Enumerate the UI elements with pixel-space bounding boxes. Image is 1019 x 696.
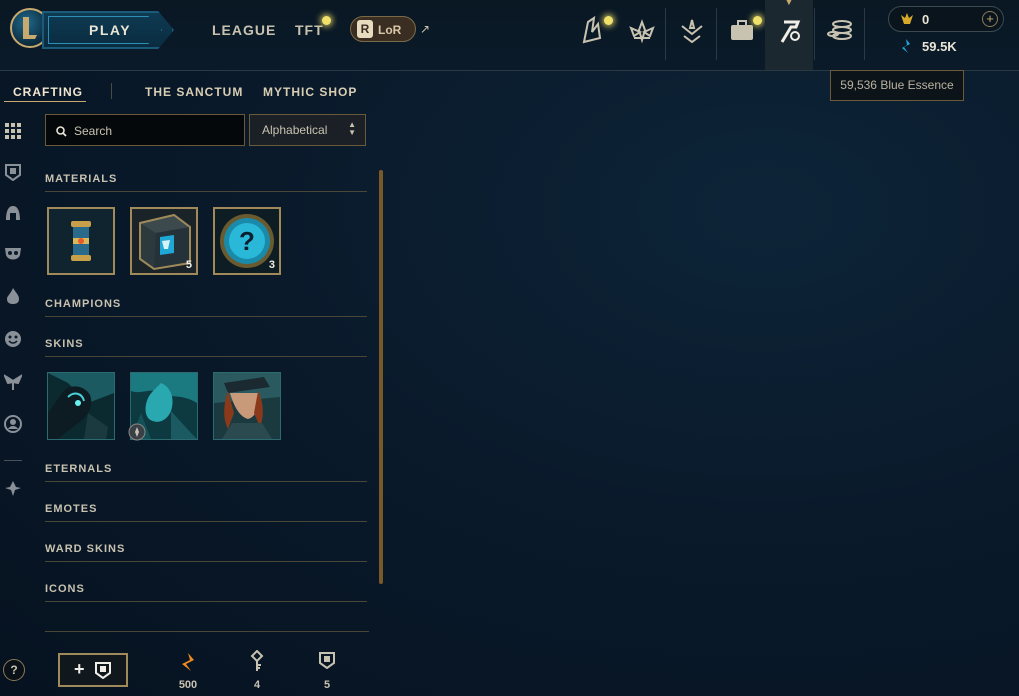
- search-box[interactable]: [45, 114, 245, 146]
- nav-league[interactable]: LEAGUE: [212, 22, 276, 38]
- section-header-ward-skins[interactable]: WARD SKINS: [45, 543, 125, 555]
- tab-mythic-shop[interactable]: MYTHIC SHOP: [263, 85, 357, 99]
- filter-all-grid-icon[interactable]: [4, 122, 22, 140]
- profile-honor-icon[interactable]: [678, 14, 706, 46]
- filter-eternals-flame-icon[interactable]: [4, 287, 22, 305]
- play-button-label: PLAY: [89, 22, 132, 38]
- search-icon: [56, 124, 67, 142]
- material-capsule[interactable]: [47, 207, 115, 275]
- section-header-icons[interactable]: ICONS: [45, 583, 85, 595]
- chest-count: 5: [323, 679, 331, 691]
- search-input[interactable]: [72, 120, 236, 142]
- section-header-champions[interactable]: CHAMPIONS: [45, 298, 121, 310]
- section-header-eternals[interactable]: ETERNALS: [45, 463, 112, 475]
- blue-essence-value: 59.5K: [922, 39, 957, 54]
- active-caret-icon: ▼: [784, 0, 794, 8]
- section-header-materials: MATERIALS: [45, 173, 118, 185]
- key-count: 4: [253, 679, 261, 691]
- lor-label: LoR: [378, 23, 402, 37]
- filter-champion-helmet-icon[interactable]: [4, 204, 22, 222]
- filter-misc-icon[interactable]: [4, 479, 22, 497]
- material-count: 3: [268, 259, 275, 271]
- filter-icons-profile-icon[interactable]: [4, 415, 22, 433]
- orange-essence-value: 500: [178, 679, 198, 691]
- top-navigation-bar: PLAY LEAGUE TFT R LoR ↗ ▼ 0 + 59.5K: [0, 0, 1019, 71]
- tab-crafting[interactable]: CRAFTING: [13, 85, 83, 99]
- tft-notification-dot: [322, 16, 331, 25]
- clash-icon[interactable]: [628, 14, 656, 46]
- section-header-skins[interactable]: SKINS: [45, 338, 84, 350]
- riot-points-display[interactable]: 0 +: [888, 6, 1004, 32]
- riot-points-icon: [900, 12, 914, 31]
- sort-chevron-icon: ▲ ▼: [348, 120, 356, 137]
- orange-essence-icon: [182, 653, 194, 671]
- svg-text:?: ?: [239, 226, 255, 256]
- filter-skins-mask-icon[interactable]: [4, 245, 22, 263]
- active-tab-underline: [4, 101, 86, 102]
- loot-notification-dot: [753, 16, 762, 25]
- blue-essence-tooltip: 59,536 Blue Essence: [830, 70, 964, 101]
- sort-selected-value: Alphabetical: [262, 123, 328, 137]
- filter-ward-icon[interactable]: [2, 373, 24, 391]
- section-header-emotes[interactable]: EMOTES: [45, 503, 97, 515]
- skin-shard-dark-armor[interactable]: [47, 372, 115, 440]
- hextech-key-icon: [250, 650, 264, 671]
- blue-essence-icon: [898, 39, 914, 58]
- lor-button[interactable]: R LoR: [350, 16, 416, 42]
- blue-essence-display[interactable]: 59.5K: [898, 38, 957, 59]
- material-mystery-orb[interactable]: ? 3: [213, 207, 281, 275]
- skin-shard-spirit[interactable]: [128, 372, 198, 441]
- collection-notification-dot: [604, 16, 613, 25]
- sort-dropdown[interactable]: Alphabetical ▲ ▼: [249, 114, 366, 146]
- buy-rp-button[interactable]: +: [982, 11, 998, 27]
- filter-chest-icon[interactable]: [4, 163, 22, 182]
- help-button[interactable]: ?: [3, 659, 25, 681]
- plus-icon: +: [74, 659, 85, 679]
- nav-tft[interactable]: TFT: [295, 22, 324, 38]
- filter-emotes-smiley-icon[interactable]: [4, 330, 22, 348]
- tab-the-sanctum[interactable]: THE SANCTUM: [145, 85, 243, 99]
- material-chest[interactable]: 5: [130, 207, 198, 275]
- material-count: 5: [185, 259, 192, 271]
- add-chest-button[interactable]: +: [58, 653, 128, 687]
- chest-shield-icon: [95, 662, 111, 679]
- loot-scrollbar[interactable]: [379, 170, 383, 584]
- lor-r-icon: R: [357, 20, 373, 38]
- skin-shard-captain[interactable]: [213, 372, 281, 440]
- crafting-hammer-icon[interactable]: [776, 14, 804, 46]
- external-link-icon: ↗: [420, 22, 431, 36]
- riot-points-value: 0: [922, 12, 930, 27]
- loot-bag-icon[interactable]: [728, 14, 756, 46]
- play-button[interactable]: PLAY: [42, 11, 174, 49]
- store-coins-icon[interactable]: [826, 14, 854, 46]
- skin-rarity-icon: [128, 423, 146, 441]
- chest-icon: [319, 652, 335, 669]
